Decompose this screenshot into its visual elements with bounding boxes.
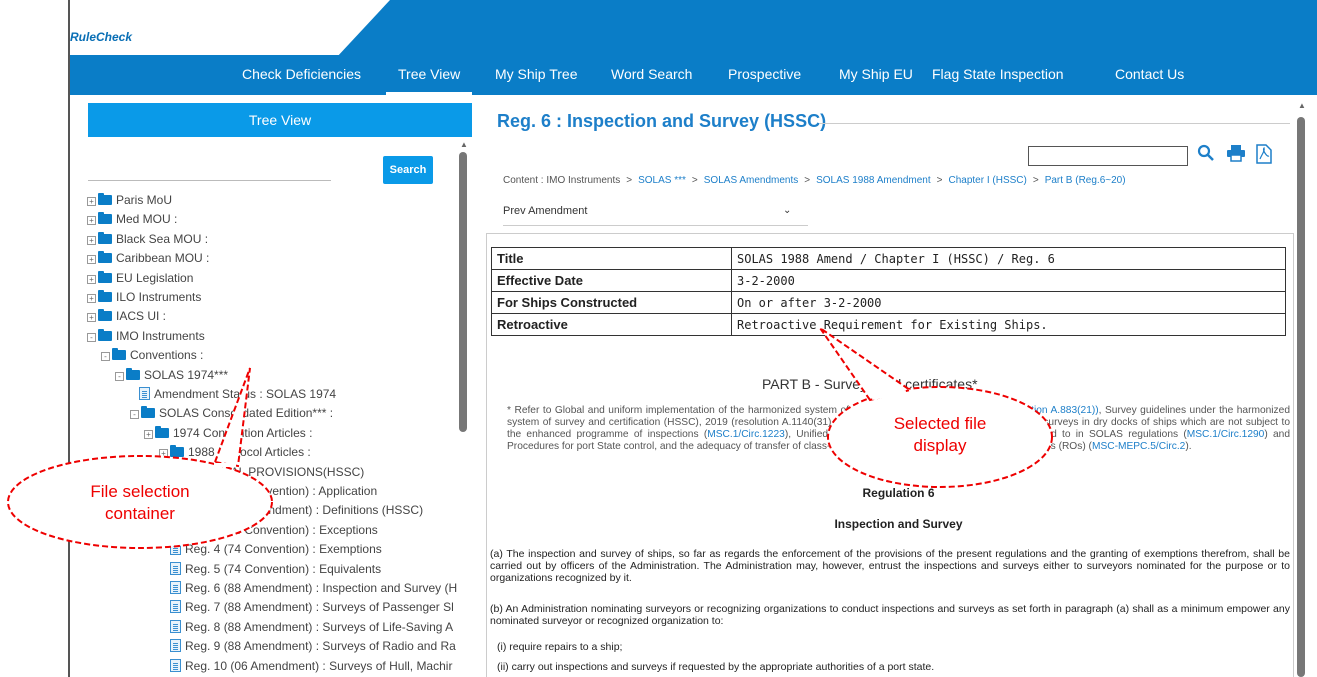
callout-annotations xyxy=(7,327,1053,549)
page: RuleCheck Check Deficiencies Tree View My … xyxy=(0,0,1317,677)
callout-right: Selected file display xyxy=(893,414,987,455)
callout-left: File selection container xyxy=(90,482,190,523)
